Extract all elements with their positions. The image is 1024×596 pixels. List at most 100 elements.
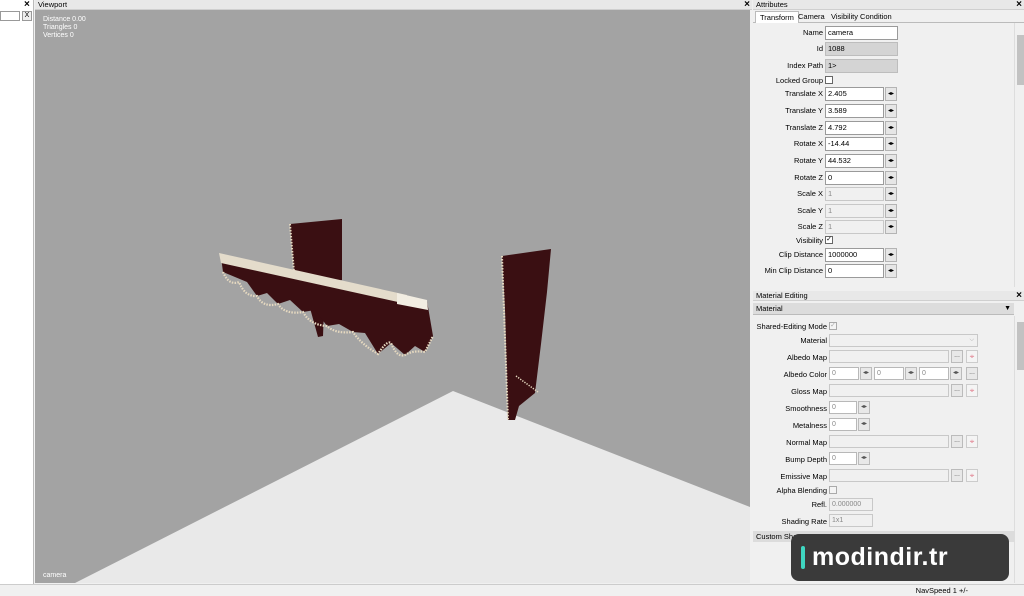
attributes-scroll-thumb[interactable] <box>1017 35 1024 85</box>
translate-x-label: Translate X <box>784 89 823 98</box>
outliner-search-input[interactable] <box>0 11 20 21</box>
rotate-z-field[interactable]: 0 <box>825 171 884 185</box>
pin-icon[interactable]: ⌖ <box>966 350 978 363</box>
translate-y-stepper[interactable]: ◂▸ <box>885 104 897 118</box>
emissive-map-label: Emissive Map <box>780 472 827 481</box>
smoothness-field[interactable]: 0 <box>829 401 857 414</box>
material-select[interactable]: ⌵ <box>829 334 978 347</box>
scale-y-stepper[interactable]: ◂▸ <box>885 204 897 218</box>
material-editing-title-bar: Material Editing × <box>753 290 1024 301</box>
normal-map-field[interactable] <box>829 435 949 448</box>
scale-x-field[interactable]: 1 <box>825 187 884 201</box>
alpha-blending-checkbox[interactable] <box>829 486 837 494</box>
shading-rate-label: Shading Rate <box>781 517 827 526</box>
scale-x-stepper[interactable]: ◂▸ <box>885 187 897 201</box>
material-editing-title: Material Editing <box>756 291 808 300</box>
watermark-accent-bar <box>801 546 805 569</box>
shading-rate-select[interactable]: 1x1 <box>829 514 873 527</box>
albedo-map-label: Albedo Map <box>786 353 827 362</box>
clip-distance-stepper[interactable]: ◂▸ <box>885 248 897 262</box>
close-icon[interactable]: × <box>1016 0 1022 10</box>
tab-visibility-condition[interactable]: Visibility Condition <box>827 11 896 23</box>
rotate-x-field[interactable]: -14.44 <box>825 137 884 151</box>
min-clip-distance-stepper[interactable]: ◂▸ <box>885 264 897 278</box>
normal-map-label: Normal Map <box>786 438 827 447</box>
pin-icon[interactable]: ⌖ <box>966 435 978 448</box>
min-clip-distance-field[interactable]: 0 <box>825 264 884 278</box>
gloss-map-browse-button[interactable]: ... <box>951 384 963 397</box>
emissive-map-browse-button[interactable]: ... <box>951 469 963 482</box>
scale-z-label: Scale Z <box>797 222 823 231</box>
clip-distance-field[interactable]: 1000000 <box>825 248 884 262</box>
pin-icon[interactable]: ⌖ <box>966 469 978 482</box>
close-icon[interactable]: × <box>24 0 30 10</box>
material-scroll-thumb[interactable] <box>1017 322 1024 370</box>
close-icon[interactable]: × <box>1016 290 1022 301</box>
attributes-tabs: Transform Camera Visibility Condition <box>753 10 1024 23</box>
material-label: Material <box>800 336 827 345</box>
min-clip-distance-label: Min Clip Distance <box>764 266 823 275</box>
albedo-color-g-stepper[interactable]: ◂▸ <box>905 367 917 380</box>
collapse-icon[interactable]: ▼ <box>1004 303 1011 315</box>
material-scrollbar[interactable] <box>1014 316 1024 583</box>
scale-y-field[interactable]: 1 <box>825 204 884 218</box>
rotate-z-stepper[interactable]: ◂▸ <box>885 171 897 185</box>
name-field[interactable]: camera <box>825 26 898 40</box>
translate-y-label: Translate Y <box>785 106 823 115</box>
shared-editing-checkbox[interactable]: ✓ <box>829 322 837 330</box>
attributes-title: Attributes <box>756 0 788 9</box>
translate-y-field[interactable]: 3.589 <box>825 104 884 118</box>
watermark-text: modindir.tr <box>812 543 949 571</box>
viewport-title: Viewport <box>38 0 68 9</box>
attributes-scrollbar[interactable] <box>1014 23 1024 287</box>
albedo-map-browse-button[interactable]: ... <box>951 350 963 363</box>
emissive-map-field[interactable] <box>829 469 949 482</box>
navspeed-indicator: NavSpeed 1 +/- <box>915 586 968 595</box>
normal-map-browse-button[interactable]: ... <box>951 435 963 448</box>
gloss-map-label: Gloss Map <box>791 387 827 396</box>
locked-group-checkbox[interactable] <box>825 76 833 84</box>
bump-depth-field[interactable]: 0 <box>829 452 857 465</box>
metalness-field[interactable]: 0 <box>829 418 857 431</box>
rotate-x-stepper[interactable]: ◂▸ <box>885 137 897 151</box>
refl-label: Refl. <box>811 500 827 509</box>
outliner-panel: X <box>0 0 34 584</box>
albedo-color-label: Albedo Color <box>783 370 827 379</box>
albedo-color-b-stepper[interactable]: ◂▸ <box>950 367 962 380</box>
rotate-y-stepper[interactable]: ◂▸ <box>885 154 897 168</box>
refl-field[interactable]: 0.000000 <box>829 498 873 511</box>
gloss-map-field[interactable] <box>829 384 949 397</box>
scale-z-field[interactable]: 1 <box>825 220 884 234</box>
metalness-stepper[interactable]: ◂▸ <box>858 418 870 431</box>
scale-z-stepper[interactable]: ◂▸ <box>885 220 897 234</box>
material-section-header[interactable]: Material ▼ <box>753 303 1014 315</box>
albedo-color-g-field[interactable]: 0 <box>874 367 904 380</box>
tab-camera[interactable]: Camera <box>794 11 829 23</box>
shared-editing-label: Shared-Editing Mode <box>756 322 827 331</box>
rotate-y-field[interactable]: 44.532 <box>825 154 884 168</box>
id-field: 1088 <box>825 42 898 56</box>
tab-transform[interactable]: Transform <box>755 11 799 23</box>
albedo-color-r-stepper[interactable]: ◂▸ <box>860 367 872 380</box>
viewport-camera-label: camera <box>43 572 67 579</box>
translate-x-stepper[interactable]: ◂▸ <box>885 87 897 101</box>
outliner-clear-button[interactable]: X <box>22 11 32 21</box>
viewport-canvas[interactable]: Distance 0.00 Triangles 0 Vertices 0 cam… <box>35 10 750 583</box>
albedo-color-r-field[interactable]: 0 <box>829 367 859 380</box>
pin-icon[interactable]: ⌖ <box>966 384 978 397</box>
albedo-map-field[interactable] <box>829 350 949 363</box>
visibility-checkbox[interactable]: ✓ <box>825 236 833 244</box>
viewport-distance-stat: Distance 0.00 <box>43 16 86 23</box>
attributes-title-bar: Attributes × <box>753 0 1024 10</box>
translate-z-field[interactable]: 4.792 <box>825 121 884 135</box>
smoothness-stepper[interactable]: ◂▸ <box>858 401 870 414</box>
albedo-color-picker-button[interactable]: ... <box>966 367 978 380</box>
translate-x-field[interactable]: 2.405 <box>825 87 884 101</box>
scale-y-label: Scale Y <box>797 206 823 215</box>
close-icon[interactable]: × <box>744 0 750 10</box>
locked-group-label: Locked Group <box>775 76 823 85</box>
albedo-color-b-field[interactable]: 0 <box>919 367 949 380</box>
translate-z-stepper[interactable]: ◂▸ <box>885 121 897 135</box>
bump-depth-stepper[interactable]: ◂▸ <box>858 452 870 465</box>
index-path-label: Index Path <box>787 61 823 70</box>
